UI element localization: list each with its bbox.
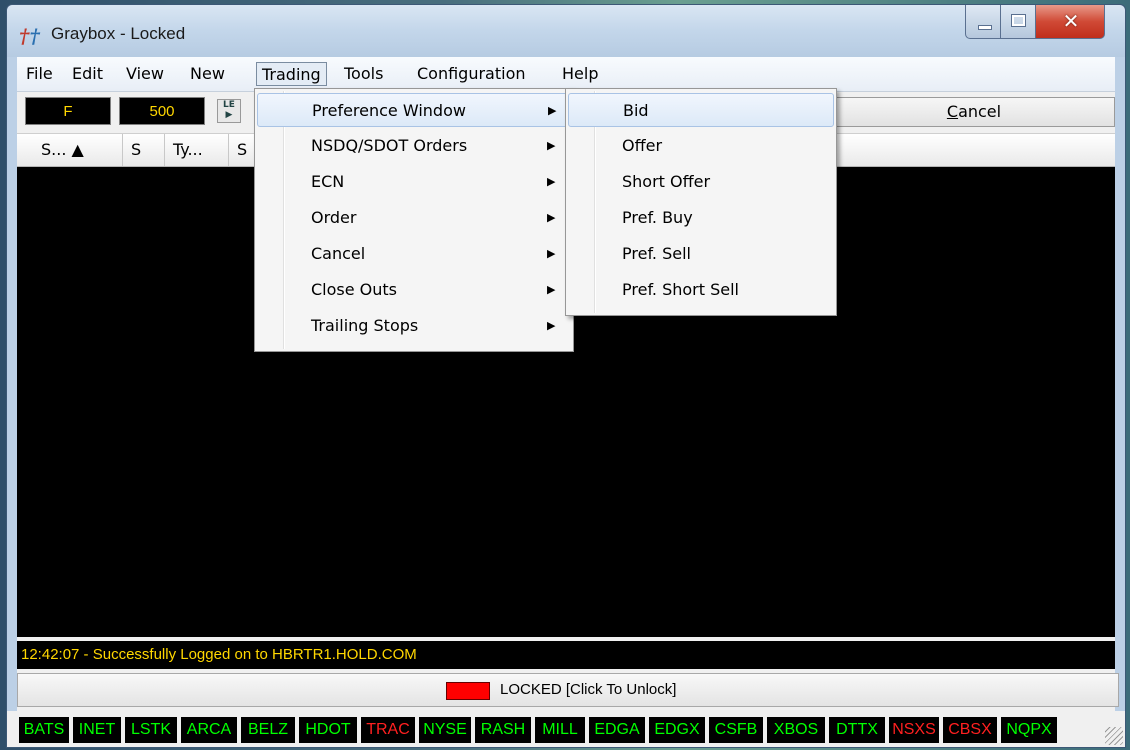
menu-item-bid[interactable]: Bid <box>568 93 834 127</box>
minimize-button[interactable] <box>965 5 1001 39</box>
app-logo-icon: †† <box>19 24 40 48</box>
exchange-status-mill: MILL <box>535 717 585 743</box>
menu-item-trailing-stops[interactable]: Trailing Stops ▶ <box>257 309 571 343</box>
submenu-arrow-icon: ▶ <box>547 175 556 188</box>
menu-item-label: ECN <box>311 172 345 191</box>
exchange-status-nsxs: NSXS <box>889 717 939 743</box>
submenu-arrow-icon: ▶ <box>547 139 556 152</box>
menu-item-close-outs[interactable]: Close Outs ▶ <box>257 273 571 307</box>
submenu-arrow-icon: ▶ <box>547 283 556 296</box>
menu-item-short-offer[interactable]: Short Offer <box>568 165 834 199</box>
menu-item-label: Close Outs <box>311 280 398 299</box>
menu-item-label: Cancel <box>311 244 366 263</box>
col-header-side[interactable]: S <box>123 134 165 166</box>
maximize-icon <box>1012 15 1025 26</box>
exchange-status-rash: RASH <box>475 717 531 743</box>
menu-help[interactable]: Help <box>557 62 603 86</box>
menu-item-label: Short Offer <box>622 172 711 191</box>
menu-item-cancel[interactable]: Cancel ▶ <box>257 237 571 271</box>
cancel-button[interactable]: Cancel <box>833 97 1115 127</box>
menu-item-label: NSDQ/SDOT Orders <box>311 136 468 155</box>
menu-item-pref-short-sell[interactable]: Pref. Short Sell <box>568 273 834 307</box>
menu-bar: File Edit View New Trading Tools Configu… <box>17 57 1115 92</box>
menu-new[interactable]: New <box>185 62 230 86</box>
exchange-status-edgx: EDGX <box>649 717 705 743</box>
menu-item-preference-window[interactable]: Preference Window ▶ <box>257 93 571 127</box>
resize-grip-icon[interactable] <box>1105 727 1123 745</box>
exchange-status-arca: ARCA <box>181 717 237 743</box>
exchange-status-cbsx: CBSX <box>943 717 997 743</box>
menu-configuration[interactable]: Configuration <box>412 62 531 86</box>
exchange-status-dttx: DTTX <box>829 717 885 743</box>
close-icon: ✕ <box>1062 9 1080 33</box>
menu-item-label: Pref. Sell <box>622 244 691 263</box>
lock-indicator <box>446 682 490 700</box>
preference-window-submenu: Bid Offer Short Offer Pref. Buy Pref. Se… <box>565 88 837 316</box>
status-log: 12:42:07 - Successfully Logged on to HBR… <box>17 641 1115 669</box>
exchange-status-xbos: XBOS <box>767 717 825 743</box>
close-button[interactable]: ✕ <box>1035 5 1105 39</box>
menu-item-ecn[interactable]: ECN ▶ <box>257 165 571 199</box>
menu-item-label: Trailing Stops <box>311 316 419 335</box>
cancel-accel-letter: C <box>946 102 959 121</box>
window-title: Graybox - Locked <box>51 24 186 43</box>
menu-trading[interactable]: Trading <box>256 62 327 86</box>
exchange-status-lstk: LSTK <box>125 717 177 743</box>
unlock-button[interactable]: LOCKED [Click To Unlock] <box>17 673 1119 707</box>
menu-file[interactable]: File <box>21 62 58 86</box>
quantity-input[interactable]: 500 <box>119 97 205 125</box>
minimize-icon <box>978 25 992 30</box>
exchange-status-nyse: NYSE <box>419 717 471 743</box>
title-bar[interactable]: †† Graybox - Locked ✕ <box>7 5 1125 57</box>
exchange-status-nqpx: NQPX <box>1001 717 1057 743</box>
trading-dropdown: Preference Window ▶ NSDQ/SDOT Orders ▶ ECN… <box>254 88 574 352</box>
menu-item-label: Bid <box>623 101 649 120</box>
exchange-status-edga: EDGA <box>589 717 645 743</box>
menu-item-pref-sell[interactable]: Pref. Sell <box>568 237 834 271</box>
submenu-arrow-icon: ▶ <box>547 247 556 260</box>
exchange-status-hdot: HDOT <box>299 717 357 743</box>
menu-item-nsdq-sdot-orders[interactable]: NSDQ/SDOT Orders ▶ <box>257 129 571 163</box>
menu-item-label: Order <box>311 208 357 227</box>
menu-item-label: Pref. Short Sell <box>622 280 739 299</box>
exchange-status-bats: BATS <box>19 717 69 743</box>
menu-item-offer[interactable]: Offer <box>568 129 834 163</box>
menu-item-order[interactable]: Order ▶ <box>257 201 571 235</box>
symbol-input[interactable]: F <box>25 97 111 125</box>
col-header-symbol[interactable]: S... ▲ <box>17 134 123 166</box>
exchange-status-strip: BATS INET LSTK ARCA BELZ HDOT TRAC NYSE RASH MILL… <box>7 711 1125 747</box>
exchange-status-trac: TRAC <box>361 717 415 743</box>
menu-tools[interactable]: Tools <box>339 62 388 86</box>
maximize-button[interactable] <box>1000 5 1036 39</box>
exchange-status-belz: BELZ <box>241 717 295 743</box>
submenu-arrow-icon: ▶ <box>547 211 556 224</box>
submenu-arrow-icon: ▶ <box>548 104 557 117</box>
cancel-label: ancel <box>958 102 1002 121</box>
le-icon[interactable]: LE ▶ <box>217 99 241 123</box>
menu-item-label: Offer <box>622 136 663 155</box>
menu-view[interactable]: View <box>121 62 169 86</box>
menu-item-pref-buy[interactable]: Pref. Buy <box>568 201 834 235</box>
menu-item-label: Preference Window <box>312 101 466 120</box>
exchange-status-inet: INET <box>73 717 121 743</box>
col-header-type[interactable]: Ty... <box>165 134 229 166</box>
exchange-status-csfb: CSFB <box>709 717 763 743</box>
menu-edit[interactable]: Edit <box>67 62 108 86</box>
lock-label: LOCKED [Click To Unlock] <box>500 681 677 698</box>
menu-item-label: Pref. Buy <box>622 208 693 227</box>
submenu-arrow-icon: ▶ <box>547 319 556 332</box>
